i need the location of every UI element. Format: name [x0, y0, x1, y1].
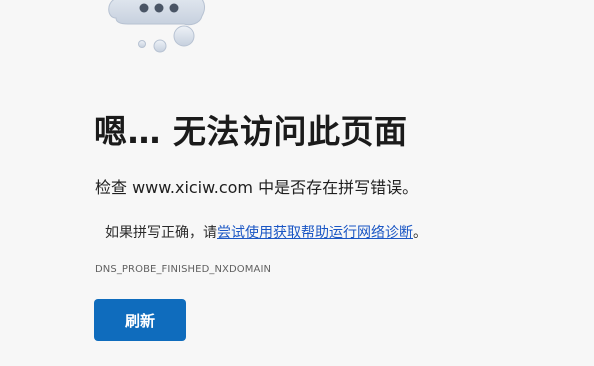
spelling-hint-prefix: 检查 [95, 178, 133, 197]
domain-name: www.xiciw.com [132, 178, 253, 197]
error-code: DNS_PROBE_FINISHED_NXDOMAIN [95, 264, 272, 275]
diagnostics-suggestion: 如果拼写正确，请尝试使用获取帮助运行网络诊断。 [105, 222, 427, 244]
suggestion-suffix: 。 [413, 225, 427, 241]
page-title: 嗯… 无法访问此页面 [94, 112, 408, 151]
network-diagnostics-link[interactable]: 尝试使用获取帮助运行网络诊断 [217, 225, 413, 241]
suggestion-prefix: 如果拼写正确，请 [105, 225, 217, 241]
spelling-hint: 检查 www.xiciw.com 中是否存在拼写错误。 [95, 176, 418, 200]
refresh-button[interactable]: 刷新 [94, 299, 186, 341]
thinking-cloud-icon [108, 0, 205, 53]
error-page: 嗯… 无法访问此页面 检查 www.xiciw.com 中是否存在拼写错误。 如… [0, 0, 594, 366]
spelling-hint-suffix: 中是否存在拼写错误。 [253, 178, 419, 197]
